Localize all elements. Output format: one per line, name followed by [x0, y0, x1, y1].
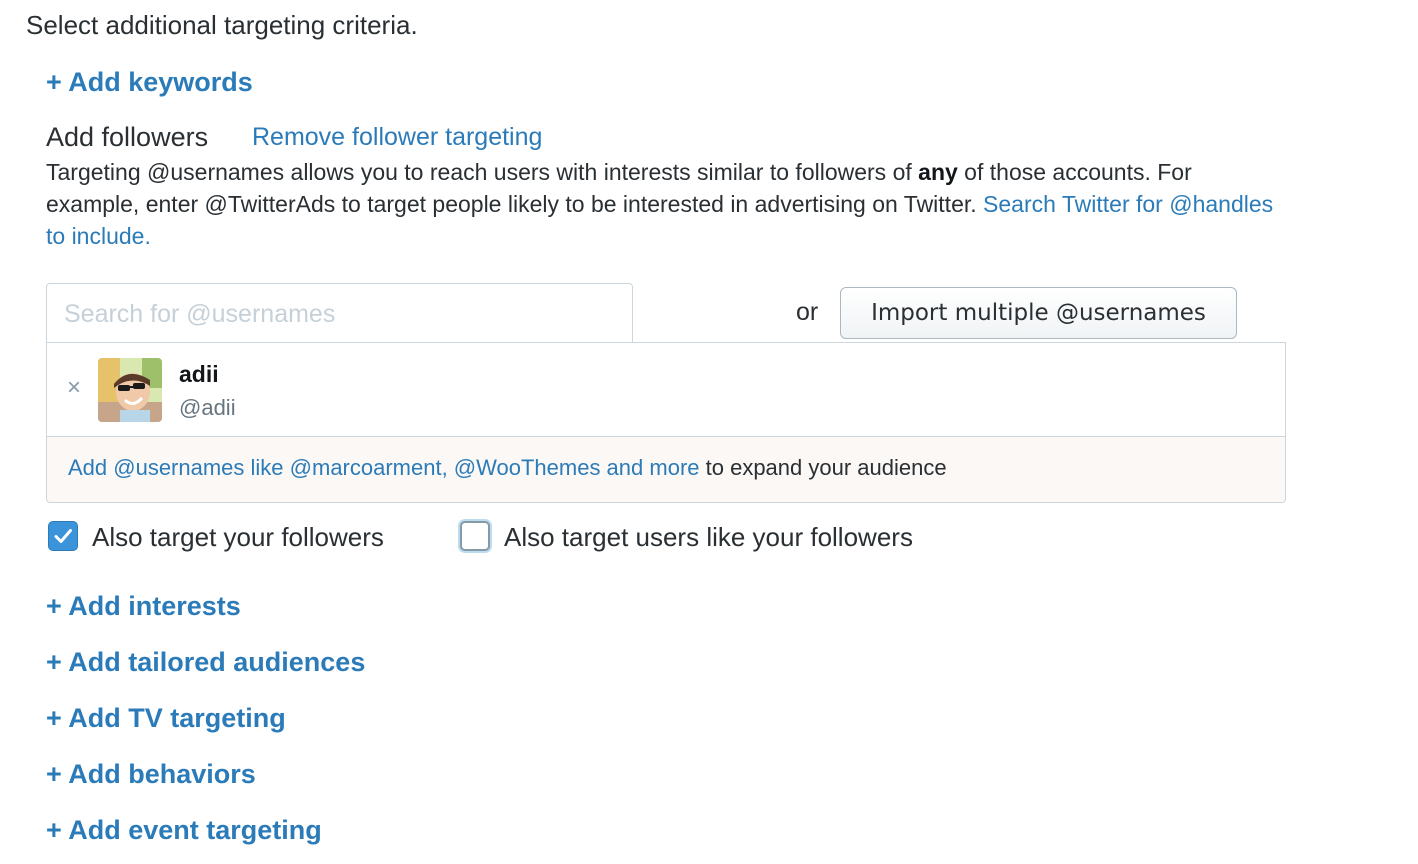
followers-description: Targeting @usernames allows you to reach… [46, 156, 1286, 252]
add-keywords-link[interactable]: + Add keywords [46, 66, 253, 98]
suggestion-text: Add @usernames like @marcoarment, @WooTh… [68, 455, 947, 481]
selected-users-panel: × adii @adii Add @usernames like @marcoa… [46, 342, 1286, 503]
target-followers-checkbox[interactable] [48, 521, 78, 551]
section-heading: Select additional targeting criteria. [26, 10, 418, 40]
suggested-usernames-link[interactable]: Add @usernames like @marcoarment, @WooTh… [68, 455, 700, 480]
add-behaviors-link[interactable]: + Add behaviors [46, 758, 256, 790]
import-usernames-button[interactable]: Import multiple @usernames [840, 287, 1237, 339]
description-text-1: Targeting @usernames allows you to reach… [46, 159, 919, 185]
add-followers-title: Add followers [46, 122, 209, 152]
user-name: adii [179, 361, 219, 387]
add-event-targeting-link[interactable]: + Add event targeting [46, 814, 322, 846]
remove-user-icon[interactable]: × [67, 376, 81, 400]
target-followers-label[interactable]: Also target your followers [92, 522, 384, 553]
username-search-input[interactable] [47, 284, 632, 344]
remove-follower-targeting-link[interactable]: Remove follower targeting [252, 123, 542, 152]
suggestion-row: Add @usernames like @marcoarment, @WooTh… [47, 437, 1285, 502]
add-tv-targeting-link[interactable]: + Add TV targeting [46, 702, 286, 734]
username-search-box [46, 283, 633, 344]
suggestion-suffix: to expand your audience [699, 455, 947, 480]
target-similar-users-checkbox[interactable] [460, 521, 490, 551]
selected-user-row: × adii @adii [47, 343, 1285, 437]
add-interests-link[interactable]: + Add interests [46, 590, 241, 622]
target-similar-users-label[interactable]: Also target users like your followers [504, 522, 913, 553]
or-separator: or [796, 298, 819, 326]
add-tailored-audiences-link[interactable]: + Add tailored audiences [46, 646, 365, 678]
user-handle: @adii [179, 395, 236, 420]
avatar [98, 358, 162, 422]
checkmark-icon [54, 529, 72, 543]
avatar-image [98, 358, 162, 422]
description-bold-any: any [918, 159, 958, 185]
